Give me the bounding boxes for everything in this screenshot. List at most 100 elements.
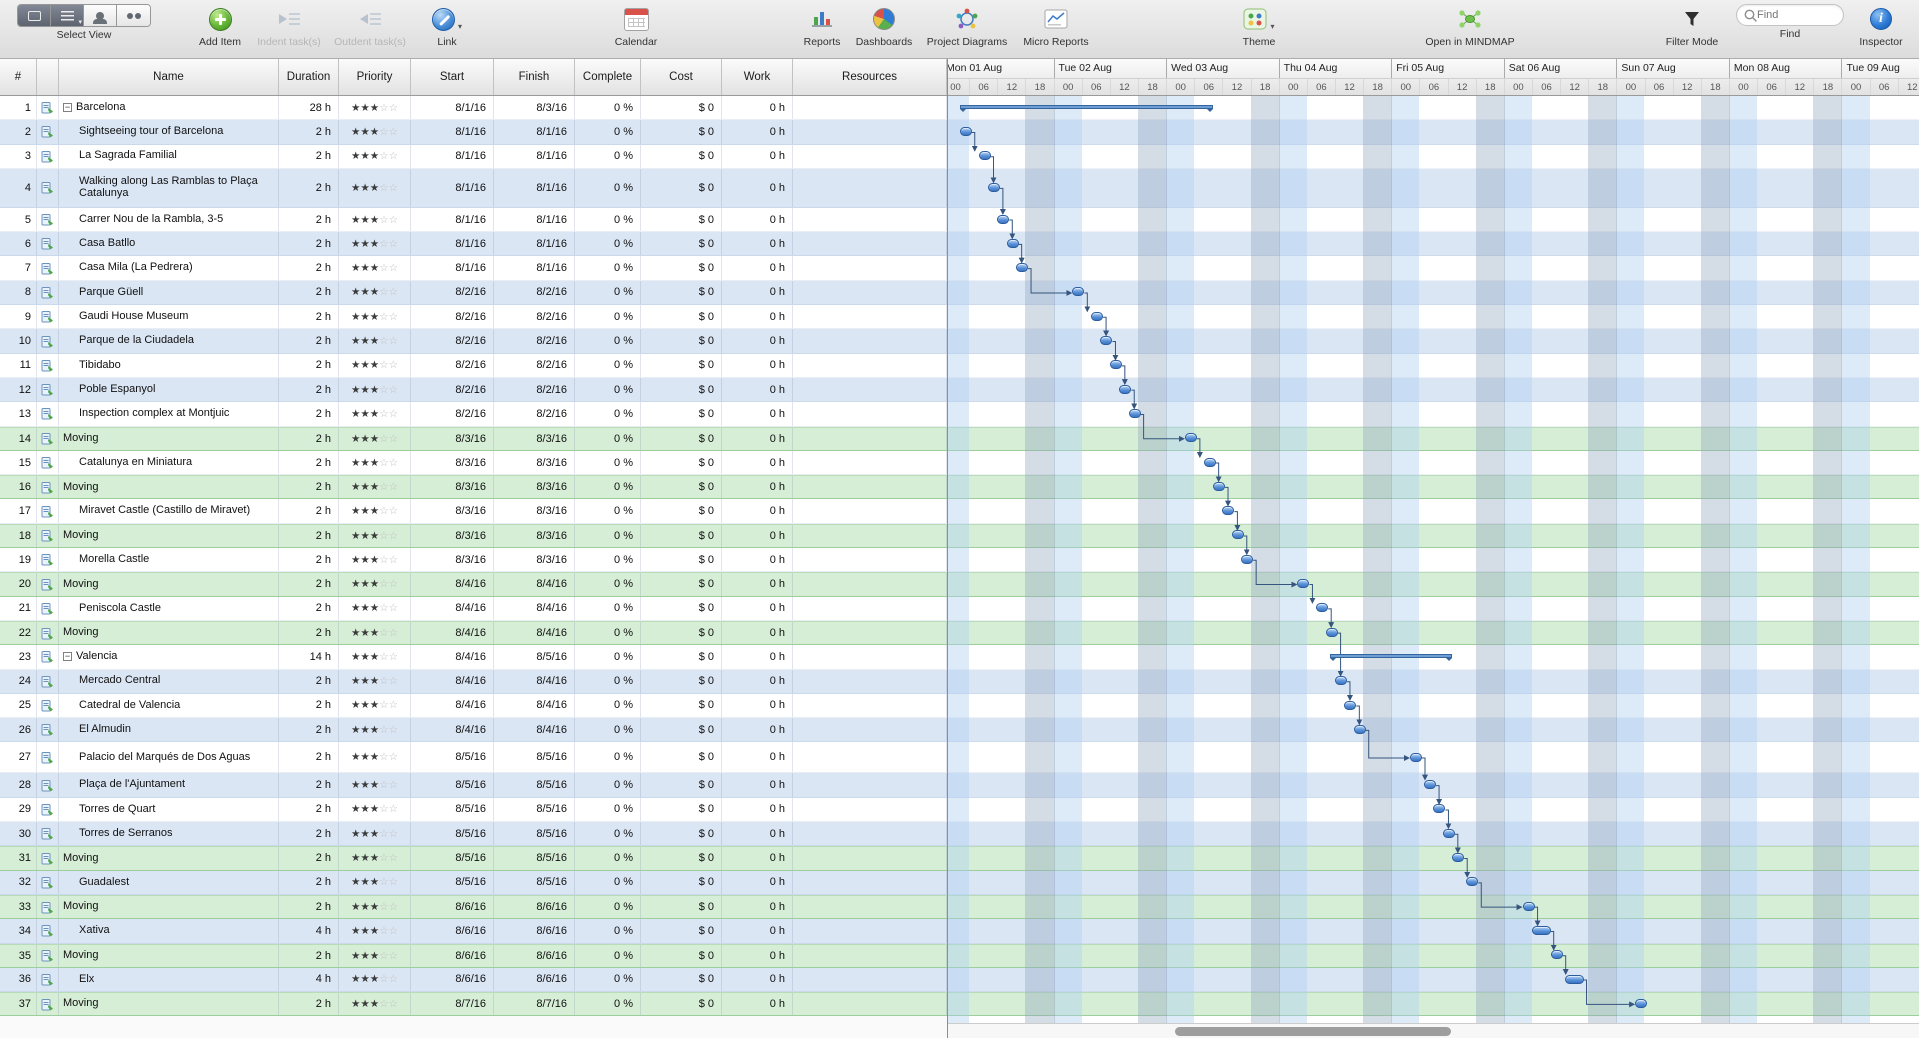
task-icon-cell[interactable]	[37, 548, 59, 571]
complete-cell[interactable]: 0 %	[575, 145, 641, 168]
task-icon-cell[interactable]	[37, 329, 59, 352]
resources-cell[interactable]	[793, 476, 947, 498]
cost-cell[interactable]: $ 0	[641, 305, 722, 328]
resources-cell[interactable]	[793, 798, 947, 821]
cost-cell[interactable]: $ 0	[641, 169, 722, 207]
start-cell[interactable]: 8/3/16	[411, 428, 494, 450]
table-row[interactable]: 10Parque de la Ciudadela2 h★★★☆☆8/2/168/…	[0, 329, 947, 353]
task-name-cell[interactable]: Guadalest	[59, 871, 279, 894]
duration-cell[interactable]: 2 h	[279, 354, 339, 377]
duration-cell[interactable]: 2 h	[279, 208, 339, 231]
table-row[interactable]: 21Peniscola Castle2 h★★★☆☆8/4/168/4/160 …	[0, 597, 947, 621]
start-cell[interactable]: 8/4/16	[411, 694, 494, 717]
resources-cell[interactable]	[793, 525, 947, 547]
cost-cell[interactable]: $ 0	[641, 208, 722, 231]
table-row[interactable]: 5Carrer Nou de la Rambla, 3-52 h★★★☆☆8/1…	[0, 208, 947, 232]
complete-cell[interactable]: 0 %	[575, 773, 641, 796]
task-bar[interactable]	[1316, 603, 1328, 612]
task-bar[interactable]	[1110, 360, 1122, 369]
resources-cell[interactable]	[793, 548, 947, 571]
cost-cell[interactable]: $ 0	[641, 378, 722, 401]
resources-cell[interactable]	[793, 354, 947, 377]
link-button[interactable]: ▾ Link	[417, 4, 477, 48]
complete-cell[interactable]: 0 %	[575, 305, 641, 328]
work-cell[interactable]: 0 h	[722, 354, 793, 377]
cost-cell[interactable]: $ 0	[641, 871, 722, 894]
task-name-cell[interactable]: Moving	[59, 428, 279, 450]
duration-cell[interactable]: 2 h	[279, 305, 339, 328]
task-bar[interactable]	[1222, 506, 1234, 515]
finish-cell[interactable]: 8/4/16	[494, 597, 575, 620]
start-cell[interactable]: 8/2/16	[411, 305, 494, 328]
task-icon-cell[interactable]	[37, 145, 59, 168]
start-cell[interactable]: 8/5/16	[411, 871, 494, 894]
table-row[interactable]: 27Palacio del Marqués de Dos Aguas2 h★★★…	[0, 742, 947, 773]
task-bar[interactable]	[1326, 628, 1338, 637]
start-cell[interactable]: 8/1/16	[411, 256, 494, 279]
complete-cell[interactable]: 0 %	[575, 378, 641, 401]
row-number[interactable]: 10	[0, 329, 37, 352]
task-name-cell[interactable]: Parque de la Ciudadela	[59, 329, 279, 352]
table-row[interactable]: 6Casa Batllo2 h★★★☆☆8/1/168/1/160 %$ 00 …	[0, 232, 947, 256]
task-bar[interactable]	[1007, 239, 1019, 248]
row-number[interactable]: 37	[0, 993, 37, 1015]
task-bar[interactable]	[1016, 263, 1028, 272]
start-cell[interactable]: 8/1/16	[411, 232, 494, 255]
priority-cell[interactable]: ★★★☆☆	[339, 451, 411, 474]
task-icon-cell[interactable]	[37, 622, 59, 644]
duration-cell[interactable]: 28 h	[279, 96, 339, 119]
resources-cell[interactable]	[793, 256, 947, 279]
start-cell[interactable]: 8/3/16	[411, 548, 494, 571]
resources-cell[interactable]	[793, 847, 947, 869]
duration-cell[interactable]: 2 h	[279, 120, 339, 143]
start-cell[interactable]: 8/5/16	[411, 773, 494, 796]
finish-cell[interactable]: 8/4/16	[494, 573, 575, 595]
cost-cell[interactable]: $ 0	[641, 402, 722, 425]
task-icon-cell[interactable]	[37, 896, 59, 918]
work-cell[interactable]: 0 h	[722, 548, 793, 571]
finish-cell[interactable]: 8/1/16	[494, 120, 575, 143]
task-icon-cell[interactable]	[37, 993, 59, 1015]
complete-cell[interactable]: 0 %	[575, 573, 641, 595]
table-row[interactable]: 30Torres de Serranos2 h★★★☆☆8/5/168/5/16…	[0, 822, 947, 846]
row-number[interactable]: 30	[0, 822, 37, 845]
cost-cell[interactable]: $ 0	[641, 718, 722, 741]
resources-cell[interactable]	[793, 896, 947, 918]
task-bar[interactable]	[1466, 877, 1478, 886]
task-icon-cell[interactable]	[37, 773, 59, 796]
start-cell[interactable]: 8/4/16	[411, 573, 494, 595]
task-bar[interactable]	[1635, 999, 1647, 1008]
start-cell[interactable]: 8/3/16	[411, 499, 494, 522]
table-row[interactable]: 13Inspection complex at Montjuic2 h★★★☆☆…	[0, 402, 947, 426]
cost-cell[interactable]: $ 0	[641, 896, 722, 918]
priority-cell[interactable]: ★★★☆☆	[339, 871, 411, 894]
priority-cell[interactable]: ★★★☆☆	[339, 548, 411, 571]
task-name-cell[interactable]: Catalunya en Miniatura	[59, 451, 279, 474]
duration-cell[interactable]: 2 h	[279, 329, 339, 352]
table-row[interactable]: 22Moving2 h★★★☆☆8/4/168/4/160 %$ 00 h	[0, 621, 947, 645]
complete-cell[interactable]: 0 %	[575, 993, 641, 1015]
task-icon-cell[interactable]	[37, 208, 59, 231]
task-name-cell[interactable]: Casa Mila (La Pedrera)	[59, 256, 279, 279]
view-resource-segment[interactable]	[84, 5, 117, 26]
work-cell[interactable]: 0 h	[722, 525, 793, 547]
work-cell[interactable]: 0 h	[722, 232, 793, 255]
column-header-priority[interactable]: Priority	[339, 59, 411, 95]
task-bar[interactable]	[1297, 579, 1309, 588]
complete-cell[interactable]: 0 %	[575, 402, 641, 425]
start-cell[interactable]: 8/4/16	[411, 597, 494, 620]
table-row[interactable]: 28Plaça de l'Ajuntament2 h★★★☆☆8/5/168/5…	[0, 773, 947, 797]
row-number[interactable]: 1	[0, 96, 37, 119]
finish-cell[interactable]: 8/2/16	[494, 305, 575, 328]
task-bar[interactable]	[1354, 725, 1366, 734]
complete-cell[interactable]: 0 %	[575, 798, 641, 821]
complete-cell[interactable]: 0 %	[575, 871, 641, 894]
priority-cell[interactable]: ★★★☆☆	[339, 694, 411, 717]
finish-cell[interactable]: 8/1/16	[494, 208, 575, 231]
row-number[interactable]: 11	[0, 354, 37, 377]
work-cell[interactable]: 0 h	[722, 402, 793, 425]
table-row[interactable]: 20Moving2 h★★★☆☆8/4/168/4/160 %$ 00 h	[0, 572, 947, 596]
task-bar[interactable]	[1072, 287, 1084, 296]
task-name-cell[interactable]: El Almudin	[59, 718, 279, 741]
table-row[interactable]: 26El Almudin2 h★★★☆☆8/4/168/4/160 %$ 00 …	[0, 718, 947, 742]
